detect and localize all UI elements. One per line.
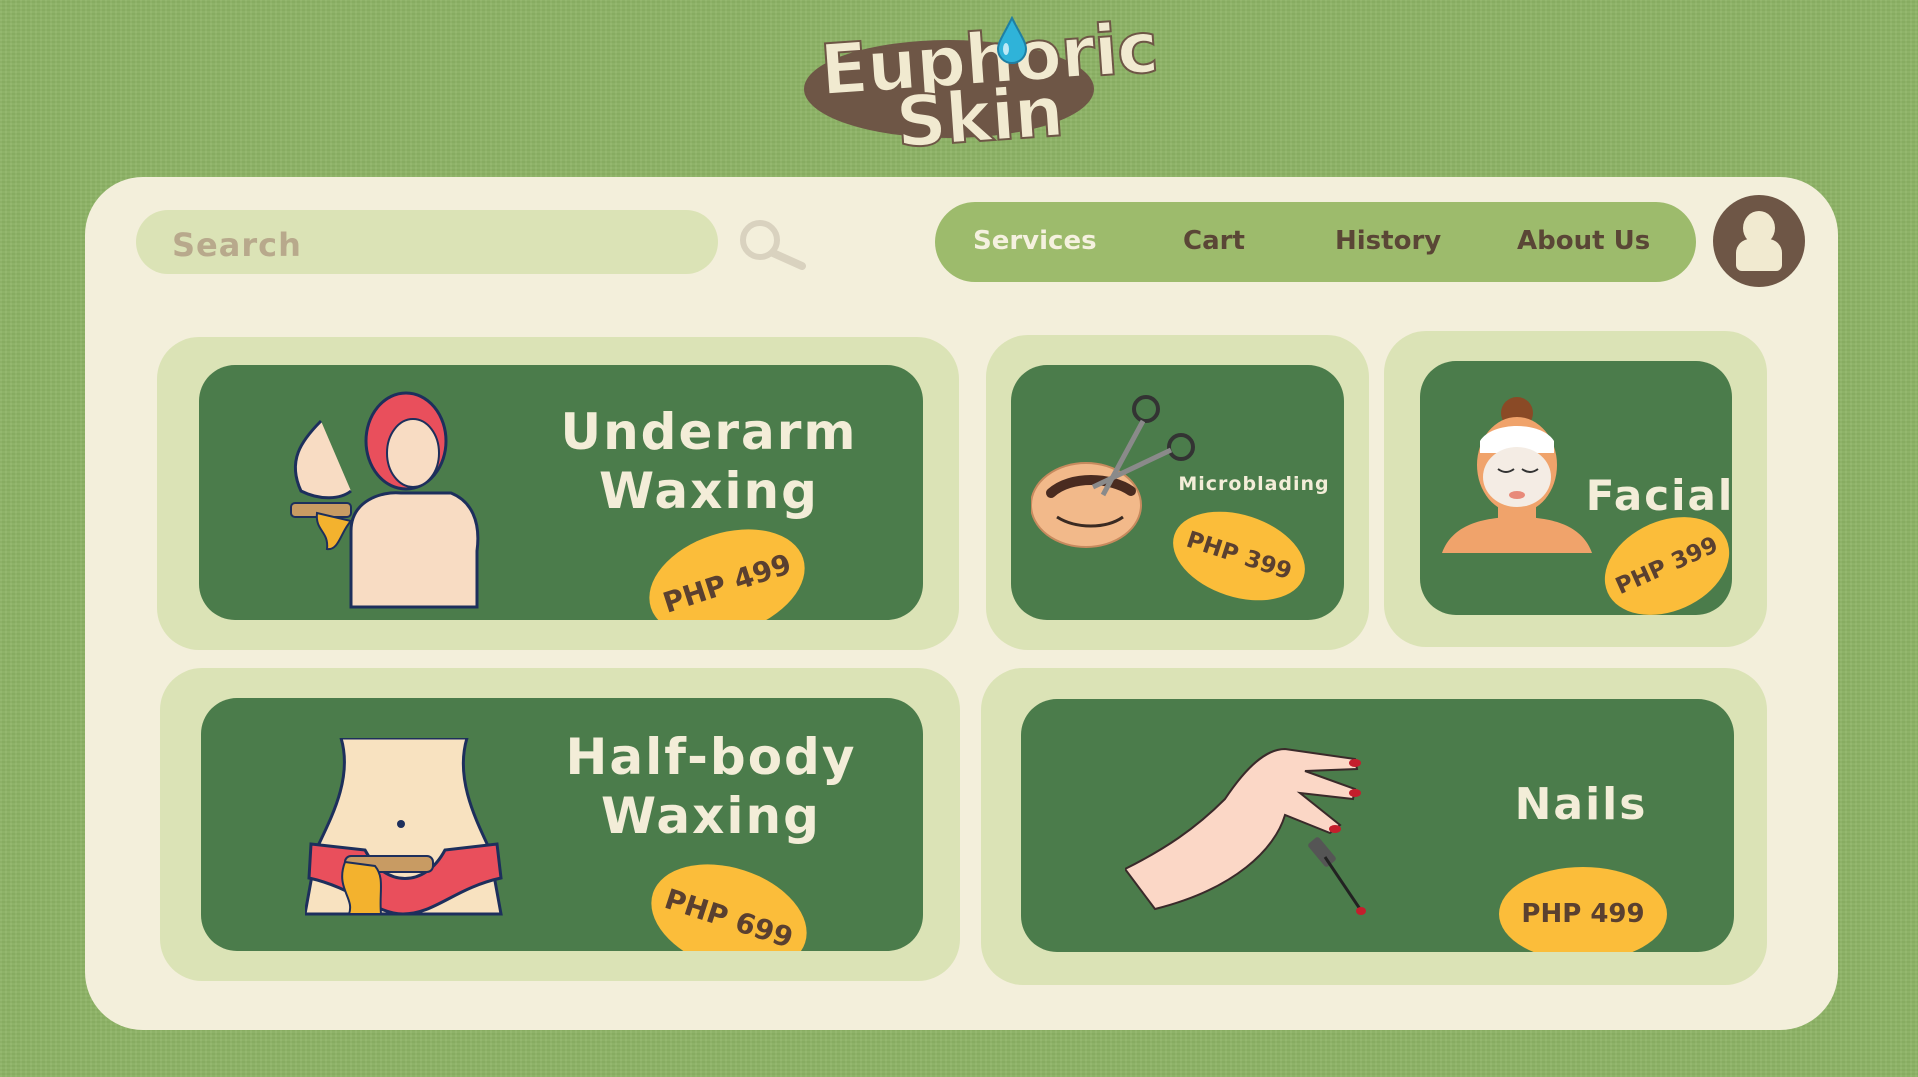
bikini-waxing-illustration (305, 738, 503, 916)
profile-button[interactable] (1713, 195, 1805, 287)
service-card-nails[interactable]: Nails PHP 499 (1021, 699, 1734, 952)
service-card-microblading[interactable]: Microblading PHP 399 (1011, 365, 1344, 620)
service-title: Microblading (1178, 473, 1330, 495)
service-title: Nails (1514, 779, 1648, 830)
nav-history[interactable]: History (1335, 226, 1441, 256)
price-tag[interactable]: PHP 499 (1499, 867, 1667, 952)
service-card-facial[interactable]: Facial PHP 399 (1420, 361, 1732, 615)
nav-about-us[interactable]: About Us (1517, 226, 1650, 256)
price-tag[interactable]: PHP 499 (635, 510, 819, 620)
brand-logo[interactable]: Euphoric Skin (798, 5, 1161, 168)
magnifier-icon[interactable] (730, 216, 812, 272)
nail-polish-hand-illustration (1125, 747, 1366, 915)
search-input[interactable]: Search (136, 210, 718, 274)
underarm-waxing-illustration (290, 391, 480, 609)
service-card-underarm-waxing[interactable]: Underarm Waxing PHP 499 (199, 365, 923, 620)
service-card-half-body-waxing[interactable]: Half-body Waxing PHP 699 (201, 698, 923, 951)
service-title: Facial (1585, 471, 1732, 520)
main-nav: Services Cart History About Us (935, 202, 1696, 282)
nav-cart[interactable]: Cart (1183, 226, 1245, 256)
service-title: Underarm Waxing (560, 403, 858, 520)
logo-text-line2: Skin (892, 69, 1066, 164)
water-drop-icon (996, 16, 1028, 64)
price-tag[interactable]: PHP 699 (637, 845, 821, 951)
search-placeholder: Search (172, 226, 302, 264)
service-title: Half-body Waxing (565, 728, 857, 845)
nav-services[interactable]: Services (973, 226, 1097, 256)
face-mask-illustration (1442, 397, 1592, 553)
